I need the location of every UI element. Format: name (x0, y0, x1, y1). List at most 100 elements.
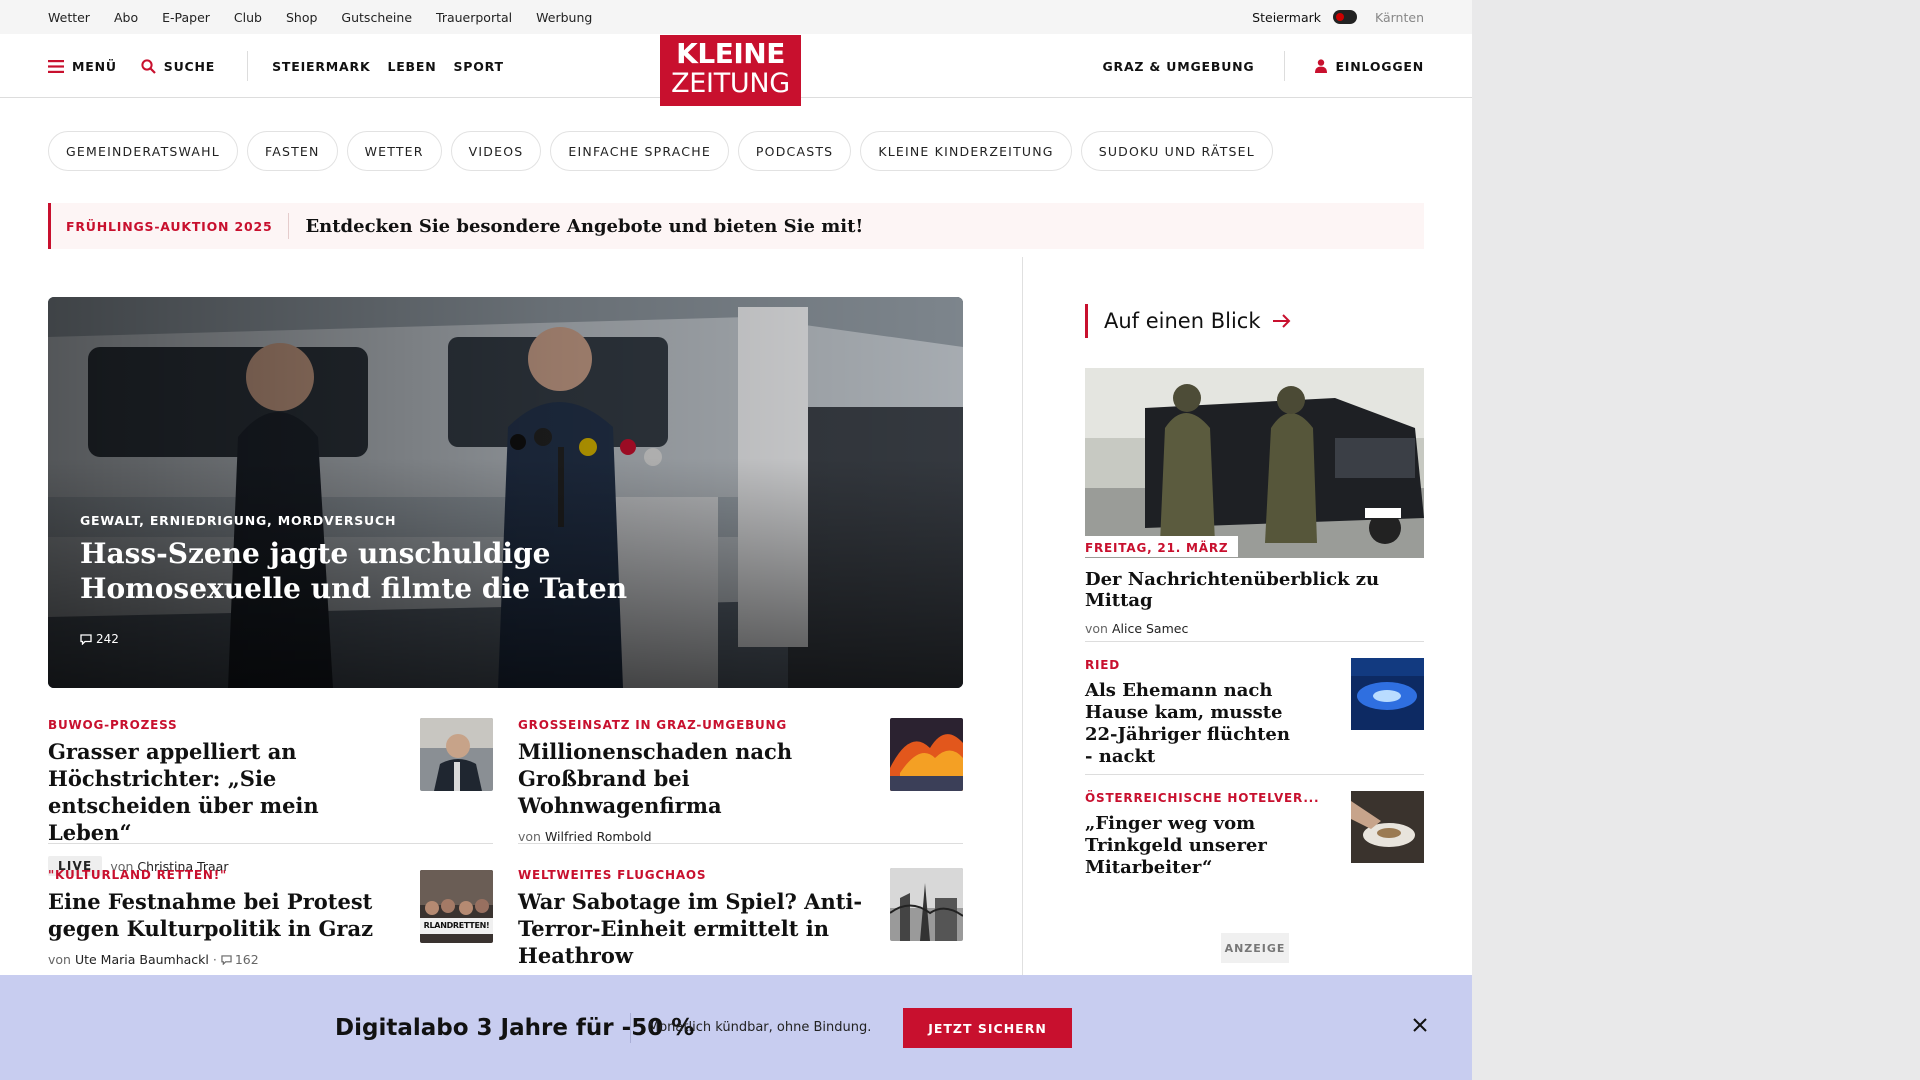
subscription-headline: Digitalabo 3 Jahre für -50 % (335, 1014, 695, 1041)
article-card[interactable]: GROSSEINSATZ IN GRAZ-UMGEBUNG Millionens… (518, 718, 963, 844)
sidebar-heading[interactable]: Auf einen Blick (1085, 304, 1291, 338)
topic-pill[interactable]: SUDOKU UND RÄTSEL (1080, 131, 1273, 171)
article-title[interactable]: Grasser appelliert an Höchstrichter: „Si… (48, 738, 403, 846)
article-card[interactable]: "KULTURLAND RETTEN!" Eine Festnahme bei … (48, 868, 493, 967)
sidebar-article-title[interactable]: „Finger weg vom Trinkgeld unserer Mitarb… (1085, 813, 1300, 879)
promo-divider (288, 213, 290, 239)
subscribe-button[interactable]: JETZT SICHERN (903, 1008, 1072, 1048)
hero-kicker: GEWALT, ERNIEDRIGUNG, MORDVERSUCH (80, 513, 397, 528)
article-divider (518, 843, 963, 844)
hero-article[interactable]: GEWALT, ERNIEDRIGUNG, MORDVERSUCH Hass-S… (48, 297, 963, 688)
nav-section-steiermark[interactable]: STEIERMARK (272, 59, 370, 74)
article-author[interactable]: Ute Maria Baumhackl (75, 952, 209, 967)
utility-link-trauerportal[interactable]: Trauerportal (436, 10, 512, 25)
article-author[interactable]: Wilfried Rombold (545, 829, 652, 844)
thumbnail-image (420, 718, 493, 791)
login-button[interactable]: EINLOGGEN (1315, 59, 1424, 74)
sidebar-article[interactable]: ÖSTERREICHISCHE HOTELVER... „Finger weg … (1085, 791, 1424, 879)
region-inactive[interactable]: Kärnten (1375, 10, 1424, 25)
topic-pill[interactable]: KLEINE KINDERZEITUNG (860, 131, 1072, 171)
sidebar-featured-date: FREITAG, 21. MÄRZ (1085, 536, 1239, 557)
sidebar-featured-title[interactable]: Der Nachrichtenüberblick zu Mittag (1085, 569, 1424, 611)
sidebar-featured-author[interactable]: Alice Samec (1112, 621, 1188, 636)
menu-label: MENÜ (72, 58, 117, 74)
nav-divider (247, 51, 249, 81)
main-nav: MENÜ SUCHE STEIERMARK LEBEN SPORT KLEINE… (0, 34, 1472, 106)
hero-title[interactable]: Hass-Szene jagte unschuldige Homosexuell… (80, 536, 640, 606)
hero-comments[interactable]: 242 (80, 632, 119, 646)
sidebar-divider (1085, 774, 1424, 775)
topic-pill[interactable]: WETTER (346, 131, 442, 171)
article-divider (48, 843, 493, 844)
sidebar-article-thumbnail[interactable] (1351, 791, 1424, 863)
article-title[interactable]: Millionenschaden nach Großbrand bei Wohn… (518, 738, 873, 819)
sidebar-article[interactable]: RIED Als Ehemann nach Hause kam, musste … (1085, 658, 1424, 768)
article-by: von (518, 829, 541, 844)
topic-pill[interactable]: EINFACHE SPRACHE (550, 131, 729, 171)
promo-banner[interactable]: FRÜHLINGS-AUKTION 2025 Entdecken Sie bes… (48, 203, 1424, 249)
utility-link-abo[interactable]: Abo (114, 10, 138, 25)
thumbnail-image (890, 718, 963, 791)
meta-separator: · (212, 952, 217, 967)
topic-pill[interactable]: PODCASTS (737, 131, 852, 171)
page: Wetter Abo E-Paper Club Shop Gutscheine … (0, 0, 1472, 1080)
sidebar-heading-text: Auf einen Blick (1104, 309, 1261, 333)
utility-link-wetter[interactable]: Wetter (48, 10, 90, 25)
article-thumbnail[interactable] (890, 718, 963, 791)
utility-link-epaper[interactable]: E-Paper (162, 10, 210, 25)
close-icon[interactable] (1410, 1015, 1430, 1035)
sidebar-divider (1085, 641, 1424, 642)
nav-section-leben[interactable]: LEBEN (387, 59, 436, 74)
subscription-banner: Digitalabo 3 Jahre für -50 % Monatlich k… (0, 975, 1472, 1080)
sidebar-featured-meta: von Alice Samec (1085, 621, 1424, 636)
hero-comment-count: 242 (96, 632, 119, 646)
sidebar-article-title[interactable]: Als Ehemann nach Hause kam, musste 22-Jä… (1085, 680, 1300, 768)
nav-divider-right (1284, 51, 1286, 81)
article-meta: von Ute Maria Baumhackl · 162 (48, 952, 493, 967)
article-thumbnail[interactable] (420, 718, 493, 791)
search-button[interactable]: SUCHE (141, 59, 215, 74)
thumbnail-image (1351, 658, 1424, 730)
utility-links: Wetter Abo E-Paper Club Shop Gutscheine … (48, 0, 592, 34)
sidebar-featured-by: von (1085, 621, 1108, 636)
user-icon (1315, 59, 1328, 73)
topic-pill[interactable]: VIDEOS (450, 131, 542, 171)
region-active[interactable]: Steiermark (1252, 10, 1321, 25)
logo-line1: KLEINE (676, 37, 785, 70)
topic-pills: GEMEINDERATSWAHL FASTEN WETTER VIDEOS EI… (48, 131, 1273, 171)
utility-link-werbung[interactable]: Werbung (536, 10, 592, 25)
search-icon (141, 58, 156, 74)
sidebar-featured-image[interactable]: FREITAG, 21. MÄRZ (1085, 368, 1424, 558)
subscription-subtext: Monatlich kündbar, ohne Bindung. (648, 1020, 872, 1035)
utility-link-gutscheine[interactable]: Gutscheine (341, 10, 412, 25)
article-meta: von Wilfried Rombold (518, 829, 963, 844)
sidebar-featured[interactable]: FREITAG, 21. MÄRZ Der Nachrichtenüberbli… (1085, 368, 1424, 636)
promo-text: Entdecken Sie besondere Angebote und bie… (305, 215, 864, 237)
thumbnail-image (420, 870, 493, 943)
article-thumbnail[interactable]: RLANDRETTEN! (420, 870, 493, 943)
article-comment-count[interactable]: 162 (235, 952, 259, 967)
article-title[interactable]: Eine Festnahme bei Protest gegen Kulturp… (48, 888, 403, 942)
article-title[interactable]: War Sabotage im Spiel? Anti-Terror-Einhe… (518, 888, 873, 969)
utility-link-club[interactable]: Club (234, 10, 262, 25)
menu-button[interactable]: MENÜ (48, 59, 117, 74)
thumbnail-image (890, 868, 963, 941)
sidebar-article-thumbnail[interactable] (1351, 658, 1424, 730)
hamburger-icon (48, 59, 64, 73)
region-toggle[interactable] (1333, 10, 1357, 24)
article-card[interactable]: BUWOG-PROZESS Grasser appelliert an Höch… (48, 718, 493, 876)
ad-label: ANZEIGE (1221, 933, 1289, 963)
topic-pill[interactable]: FASTEN (246, 131, 338, 171)
arrow-right-icon (1272, 314, 1290, 328)
topic-pill[interactable]: GEMEINDERATSWAHL (48, 131, 238, 171)
subscription-divider (630, 1013, 631, 1043)
site-logo[interactable]: KLEINE ZEITUNG (660, 35, 801, 106)
nav-section-sport[interactable]: SPORT (453, 59, 503, 74)
region-link[interactable]: GRAZ & UMGEBUNG (1102, 59, 1254, 74)
featured-image (1085, 368, 1424, 558)
thumbnail-image (1351, 791, 1424, 863)
search-label: SUCHE (163, 58, 216, 74)
article-thumbnail[interactable] (890, 868, 963, 941)
utility-link-shop[interactable]: Shop (286, 10, 317, 25)
utility-bar: Wetter Abo E-Paper Club Shop Gutscheine … (0, 0, 1472, 34)
